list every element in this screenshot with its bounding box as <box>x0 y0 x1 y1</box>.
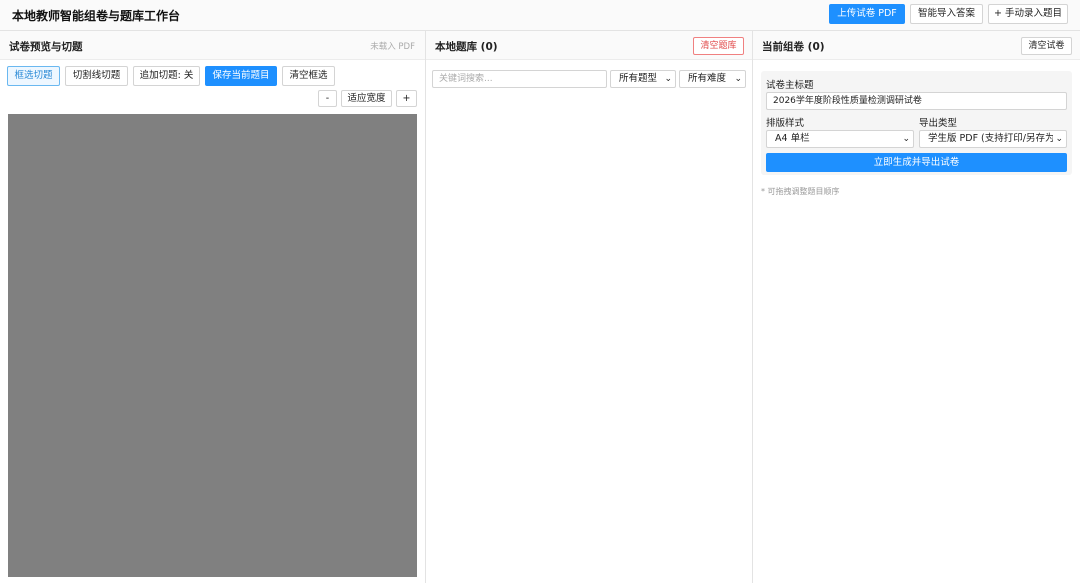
main-title-input[interactable]: 2026学年度阶段性质量检测调研试卷 <box>766 92 1067 110</box>
fit-width-button[interactable]: 适应宽度 <box>341 90 392 107</box>
append-cut-toggle[interactable]: 追加切题: 关 <box>133 66 200 86</box>
type-filter-value: 所有题型 <box>619 73 658 84</box>
pdf-preview-canvas[interactable] <box>8 114 417 577</box>
cut-line-button[interactable]: 切割线切题 <box>65 66 128 86</box>
upload-pdf-button[interactable]: 上传试卷 PDF <box>829 4 905 24</box>
chevron-down-icon: ⌄ <box>732 71 742 87</box>
generate-export-button[interactable]: 立即生成并导出试卷 <box>766 153 1067 172</box>
paper-header: 当前组卷 (0) 清空试卷 <box>753 31 1080 60</box>
clear-paper-button[interactable]: 清空试卷 <box>1021 37 1072 55</box>
current-paper-panel: 当前组卷 (0) 清空试卷 试卷主标题 2026学年度阶段性质量检测调研试卷 排… <box>753 31 1080 583</box>
preview-panel: 试卷预览与切题 未载入 PDF 框选切题 切割线切题 追加切题: 关 保存当前题… <box>0 31 426 583</box>
preview-header: 试卷预览与切题 未载入 PDF <box>0 31 425 60</box>
zoom-in-button[interactable]: + <box>396 90 417 107</box>
export-type-select[interactable]: 学生版 PDF (支持打印/另存为 ⌄ <box>919 130 1067 148</box>
difficulty-filter-value: 所有难度 <box>688 73 727 84</box>
paper-title: 当前组卷 (0) <box>762 41 825 53</box>
clear-bank-button[interactable]: 清空题库 <box>693 37 744 55</box>
manual-add-button[interactable]: + 手动录入题目 <box>988 4 1068 24</box>
chevron-down-icon: ⌄ <box>1053 131 1063 147</box>
box-select-button[interactable]: 框选切题 <box>7 66 60 86</box>
drag-hint: * 可拖拽调整题目顺序 <box>761 187 840 196</box>
paper-settings-form: 试卷主标题 2026学年度阶段性质量检测调研试卷 排版样式 A4 单栏 ⌄ 导出… <box>761 71 1072 175</box>
bank-title: 本地题库 (0) <box>435 41 498 53</box>
zoom-out-button[interactable]: - <box>318 90 337 107</box>
chevron-down-icon: ⌄ <box>662 71 672 87</box>
layout-label: 排版样式 <box>766 118 805 129</box>
pdf-status: 未载入 PDF <box>370 42 415 52</box>
bank-header: 本地题库 (0) 清空题库 <box>426 31 752 60</box>
smart-import-button[interactable]: 智能导入答案 <box>910 4 983 24</box>
type-filter-select[interactable]: 所有题型 ⌄ <box>610 70 676 88</box>
question-bank-panel: 本地题库 (0) 清空题库 关键词搜索... 所有题型 ⌄ 所有难度 ⌄ <box>426 31 753 583</box>
main-title-label: 试卷主标题 <box>766 80 814 91</box>
chevron-down-icon: ⌄ <box>900 131 910 147</box>
search-input[interactable]: 关键词搜索... <box>432 70 607 88</box>
layout-value: A4 单栏 <box>775 133 810 144</box>
export-type-value: 学生版 PDF (支持打印/另存为 <box>928 133 1055 144</box>
export-type-label: 导出类型 <box>919 118 958 129</box>
preview-title: 试卷预览与切题 <box>9 41 83 53</box>
layout-select[interactable]: A4 单栏 ⌄ <box>766 130 914 148</box>
app-title: 本地教师智能组卷与题库工作台 <box>12 9 181 23</box>
clear-selection-button[interactable]: 清空框选 <box>282 66 335 86</box>
difficulty-filter-select[interactable]: 所有难度 ⌄ <box>679 70 746 88</box>
top-bar: 本地教师智能组卷与题库工作台 上传试卷 PDF 智能导入答案 + 手动录入题目 <box>0 0 1080 31</box>
save-question-button[interactable]: 保存当前题目 <box>205 66 277 86</box>
